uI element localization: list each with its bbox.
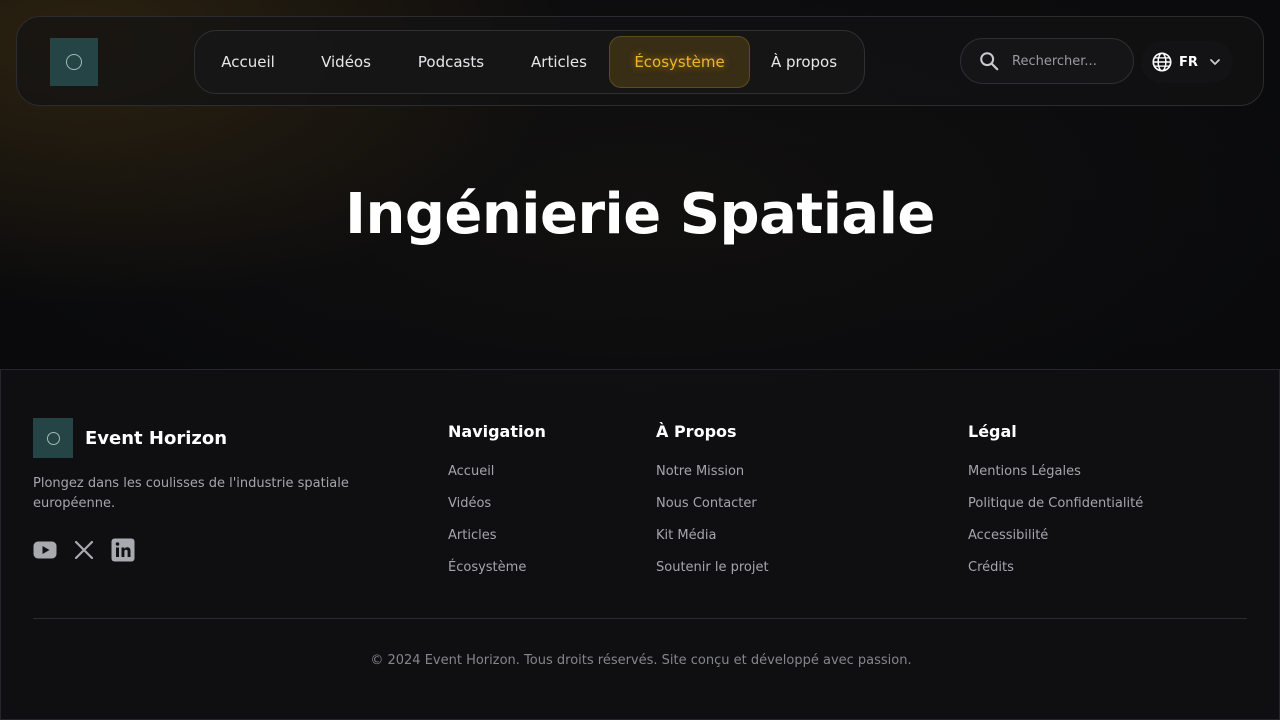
search-icon[interactable] [978, 50, 1000, 72]
footer-col-navigation: Navigation Accueil Vidéos Articles Écosy… [448, 422, 546, 591]
copyright-text: © 2024 Event Horizon. Tous droits réserv… [370, 653, 912, 668]
footer-brand-name: Event Horizon [85, 427, 228, 449]
footer-col-legal: Légal Mentions Légales Politique de Conf… [968, 422, 1143, 591]
footer-col-title: Légal [968, 422, 1017, 441]
site-header: Accueil Vidéos Podcasts Articles Écosyst… [16, 16, 1264, 106]
nav-item-podcasts[interactable]: Podcasts [401, 36, 501, 88]
footer-divider [33, 618, 1247, 619]
chevron-down-icon [1209, 59, 1220, 65]
nav-item-ecosysteme[interactable]: Écosystème [609, 36, 750, 88]
search-input[interactable] [1012, 53, 1122, 69]
language-code: FR [1179, 54, 1198, 70]
footer-link-articles[interactable]: Articles [448, 527, 546, 559]
footer-link-notre-mission[interactable]: Notre Mission [656, 463, 769, 495]
footer-link-confidentialite[interactable]: Politique de Confidentialité [968, 495, 1143, 527]
site-footer: Event Horizon Plongez dans les coulisses… [0, 369, 1280, 720]
footer-link-nous-contacter[interactable]: Nous Contacter [656, 495, 769, 527]
footer-link-soutenir[interactable]: Soutenir le projet [656, 559, 769, 591]
logo-mark-icon [66, 54, 82, 70]
footer-logo [33, 418, 73, 458]
main-nav: Accueil Vidéos Podcasts Articles Écosyst… [194, 30, 865, 94]
footer-brand[interactable]: Event Horizon [33, 418, 227, 458]
logo-mark-icon [46, 431, 60, 445]
footer-col-title: À Propos [656, 422, 737, 441]
footer-link-videos[interactable]: Vidéos [448, 495, 546, 527]
x-icon[interactable] [72, 538, 96, 562]
nav-item-accueil[interactable]: Accueil [205, 36, 291, 88]
nav-item-articles[interactable]: Articles [515, 36, 603, 88]
footer-link-accueil[interactable]: Accueil [448, 463, 546, 495]
footer-link-accessibilite[interactable]: Accessibilité [968, 527, 1143, 559]
footer-link-credits[interactable]: Crédits [968, 559, 1143, 591]
footer-link-kit-media[interactable]: Kit Média [656, 527, 769, 559]
footer-col-a-propos: À Propos Notre Mission Nous Contacter Ki… [656, 422, 769, 591]
footer-link-mentions-legales[interactable]: Mentions Légales [968, 463, 1143, 495]
page-title: Ingénierie Spatiale [345, 182, 935, 247]
footer-tagline: Plongez dans les coulisses de l'industri… [33, 476, 349, 511]
footer-link-ecosysteme[interactable]: Écosystème [448, 559, 546, 591]
site-logo[interactable] [50, 38, 98, 86]
language-selector[interactable]: FR [1141, 41, 1233, 83]
globe-icon [1152, 52, 1172, 72]
youtube-icon[interactable] [33, 538, 57, 562]
social-links [33, 538, 150, 562]
linkedin-icon[interactable] [111, 538, 135, 562]
nav-item-videos[interactable]: Vidéos [305, 36, 387, 88]
nav-item-a-propos[interactable]: À propos [757, 36, 851, 88]
footer-col-title: Navigation [448, 422, 546, 441]
search-box [960, 38, 1134, 84]
